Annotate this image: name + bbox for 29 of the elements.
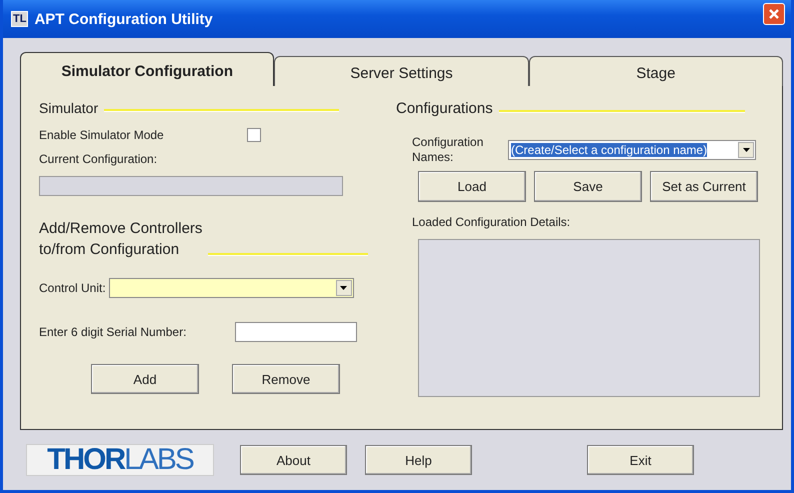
serial-number-field[interactable] [235, 322, 357, 342]
loaded-details-label: Loaded Configuration Details: [411, 215, 572, 229]
dialog-button[interactable]: Add [91, 364, 199, 394]
tab[interactable]: Simulator Configuration [20, 52, 274, 86]
company-logo: THORLABS [26, 444, 214, 476]
section-heading: Simulator [39, 100, 98, 116]
app-icon: TL [11, 11, 28, 27]
selected-value: (Create/Select a configuration name) [511, 143, 708, 157]
current-configuration-label: Current Configuration: [39, 152, 158, 166]
checkbox[interactable] [247, 128, 261, 142]
tab[interactable]: Stage [528, 56, 783, 86]
close-button[interactable] [763, 3, 785, 25]
dialog-button[interactable]: Load [418, 171, 526, 202]
section-heading: Configurations [396, 100, 493, 117]
close-icon [768, 8, 780, 20]
dialog-button[interactable]: Set as Current [650, 171, 758, 202]
dialog-button[interactable]: Exit [587, 445, 694, 475]
control-unit-label: Control Unit: [39, 281, 106, 295]
dialog-button[interactable]: Remove [232, 364, 340, 394]
dialog-button[interactable]: Save [534, 171, 642, 202]
dialog-button[interactable]: Help [365, 445, 472, 475]
configuration-names-label: Configuration Names: [412, 135, 484, 165]
section-heading: Add/Remove Controllers to/from Configuration [39, 219, 202, 260]
tab[interactable]: Server Settings [274, 56, 529, 86]
serial-number-label: Enter 6 digit Serial Number: [39, 325, 188, 339]
enable-simulator-label: Enable Simulator Mode [39, 128, 165, 142]
dialog-button[interactable]: About [240, 445, 347, 475]
window-title: APT Configuration Utility [34, 10, 214, 28]
configuration-names-dropdown[interactable]: (Create/Select a configuration name) [508, 140, 756, 160]
